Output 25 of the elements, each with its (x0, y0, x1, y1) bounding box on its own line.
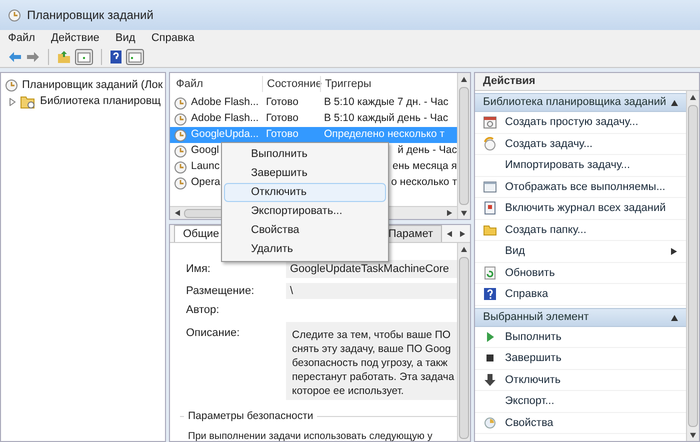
pane-title: Действия (483, 74, 536, 90)
table-cell-text: ень месяца я (392, 159, 457, 174)
table-cell-text: В 5:10 каждый день - Час (324, 111, 448, 126)
table-cell-text: GoogleUpda... (191, 127, 259, 142)
field-label: Описание: (186, 326, 241, 341)
table-cell-text: о несколько т (391, 175, 457, 190)
section-title: Выбранный элемент (483, 310, 590, 325)
group-text: При выполнении задачи использовать следующую у (188, 430, 432, 441)
group-title: Параметры безопасности (184, 408, 318, 424)
table-cell-text: Opera (191, 175, 220, 190)
field-label: Имя: (186, 262, 212, 277)
section-title: Библиотека планировщика заданий (483, 95, 668, 110)
field-label: Автор: (186, 303, 220, 318)
window-title: Планировщик заданий (27, 7, 154, 24)
table-cell-text: Определено несколько т (324, 127, 445, 142)
table-cell-text: й день - Час (398, 143, 457, 158)
table-cell-text: Adobe Flash... (191, 111, 259, 126)
field-label: Размещение: (186, 284, 256, 300)
table-cell: Готово (266, 96, 298, 108)
table-cell-text: Adobe Flash... (191, 95, 259, 110)
table-cell: Готово (266, 112, 298, 124)
table-cell-text: В 5:10 каждые 7 дн. - Час (324, 95, 448, 110)
table-cell-text: Launc (191, 159, 220, 174)
table-cell: Готово (266, 128, 298, 140)
table-cell-text: Googl (191, 143, 220, 158)
